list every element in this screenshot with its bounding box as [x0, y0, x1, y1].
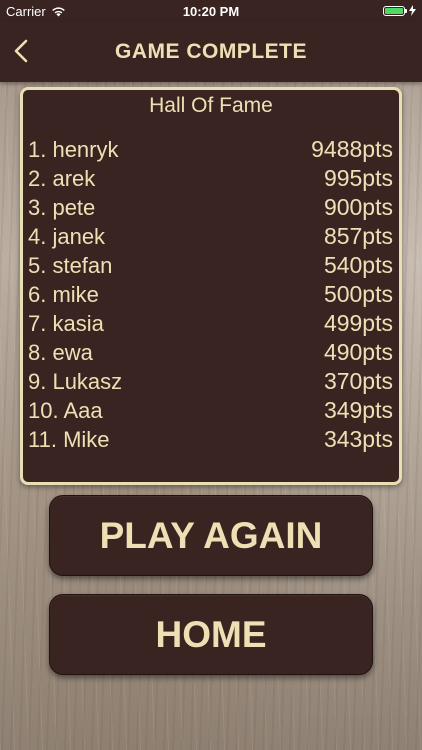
player-name: 8. ewa	[28, 339, 93, 365]
score-row: 6. mike 500pts	[28, 280, 393, 309]
player-name: 11. Mike	[28, 426, 110, 452]
status-bar: Carrier 10:20 PM	[0, 0, 422, 22]
player-points: 349pts	[323, 397, 393, 423]
score-list: 1. henryk 9488pts 2. arek 995pts 3. pete 900p…	[28, 135, 393, 454]
hall-of-fame-title: Hall Of Fame	[149, 94, 273, 117]
player-name: 6. mike	[28, 281, 99, 307]
player-points: 9488pts	[311, 136, 393, 162]
player-points: 343pts	[323, 426, 393, 452]
home-button[interactable]: HOME	[49, 594, 373, 675]
nav-bar: GAME COMPLETE	[0, 22, 422, 82]
player-points: 995pts	[323, 165, 393, 191]
player-name: 5. stefan	[28, 252, 113, 278]
charging-bolt-icon	[409, 5, 416, 16]
player-name: 4. janek	[28, 223, 106, 249]
score-row: 7. kasia 499pts	[28, 309, 393, 338]
score-row: 5. stefan 540pts	[28, 251, 393, 280]
player-points: 370pts	[323, 368, 393, 394]
status-time: 10:20 PM	[182, 4, 240, 19]
score-row: 2. arek 995pts	[28, 164, 393, 193]
player-name: 10. Aaa	[28, 397, 103, 423]
play-again-button[interactable]: PLAY AGAIN	[49, 495, 373, 576]
player-points: 900pts	[323, 194, 393, 220]
player-points: 857pts	[323, 223, 393, 249]
score-row: 4. janek 857pts	[28, 222, 393, 251]
player-points: 490pts	[323, 339, 393, 365]
player-points: 499pts	[323, 310, 393, 336]
score-row: 8. ewa 490pts	[28, 338, 393, 367]
score-row: 10. Aaa 349pts	[28, 396, 393, 425]
score-row: 3. pete 900pts	[28, 193, 393, 222]
page-title: GAME COMPLETE	[114, 40, 307, 63]
hall-of-fame-panel: Hall Of Fame 1. henryk 9488pts 2. arek 995p…	[20, 87, 402, 485]
player-name: 9. Lukasz	[28, 368, 123, 394]
score-row: 11. Mike 343pts	[28, 425, 393, 454]
battery-group	[383, 5, 416, 16]
player-name: 2. arek	[28, 165, 96, 191]
score-row: 1. henryk 9488pts	[28, 135, 393, 164]
score-row: 9. Lukasz 370pts	[28, 367, 393, 396]
player-name: 3. pete	[28, 194, 96, 220]
player-name: 1. henryk	[28, 136, 119, 162]
battery-icon	[383, 5, 407, 16]
player-points: 540pts	[323, 252, 393, 278]
player-name: 7. kasia	[28, 310, 104, 336]
player-points: 500pts	[323, 281, 393, 307]
